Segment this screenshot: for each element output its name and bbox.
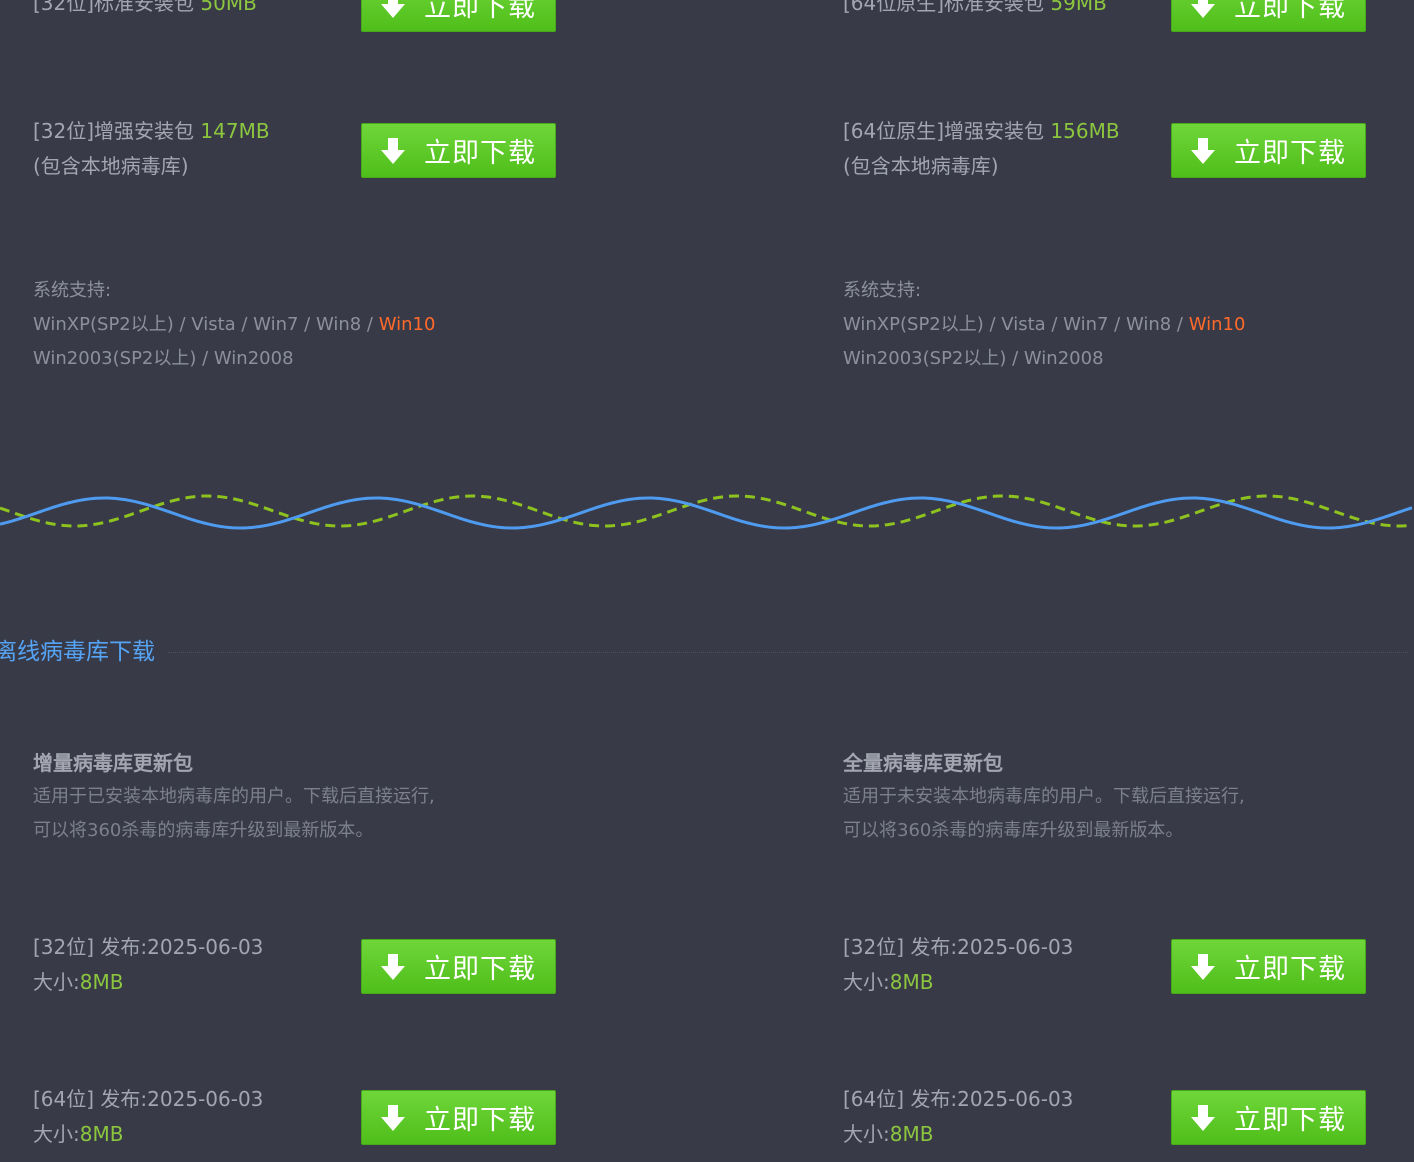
update-description: 适用于未安装本地病毒库的用户。下载后直接运行, 可以将360杀毒的病毒库升级到最… <box>843 780 1245 848</box>
update-description-line2: 可以将360杀毒的病毒库升级到最新版本。 <box>843 820 1184 841</box>
download-button[interactable]: 立即下载 <box>361 1090 556 1145</box>
release-info: [64位] 发布:2025-06-03 大小:8MB <box>33 1082 263 1152</box>
download-button[interactable]: 立即下载 <box>1171 0 1366 32</box>
system-support-line2: Win2003(SP2以上) / Win2008 <box>843 348 1104 369</box>
release-date: 2025-06-03 <box>147 935 264 959</box>
package-name: [64位原生]标准安装包 <box>843 0 1045 15</box>
download-button[interactable]: 立即下载 <box>1171 123 1366 178</box>
release-size: 8MB <box>79 970 124 994</box>
package-size: 50MB <box>200 0 257 15</box>
enhanced-package-64: [64位原生]增强安装包 156MB (包含本地病毒库) 立即下载 <box>843 114 1403 178</box>
standard-package-64: [64位原生]标准安装包 59MB 立即下载 <box>843 0 1403 40</box>
release-size: 8MB <box>889 1122 934 1146</box>
download-button-label: 立即下载 <box>424 138 536 169</box>
download-arrow-icon <box>1191 0 1215 18</box>
download-arrow-icon <box>381 0 405 18</box>
update-title: 全量病毒库更新包 <box>843 751 1003 775</box>
update-description-line1: 适用于已安装本地病毒库的用户。下载后直接运行, <box>33 786 435 807</box>
package-size: 156MB <box>1050 119 1120 143</box>
release-32: [32位] 发布:2025-06-03 大小:8MB 立即下载 <box>33 930 593 994</box>
system-support-line1: WinXP(SP2以上) / Vista / Win7 / Win8 / <box>843 314 1189 335</box>
release-info: [32位] 发布:2025-06-03 大小:8MB <box>843 930 1073 1000</box>
package-info: [32位]增强安装包 147MB (包含本地病毒库) <box>33 114 270 184</box>
system-support: 系统支持: WinXP(SP2以上) / Vista / Win7 / Win8… <box>33 274 435 376</box>
download-arrow-icon <box>1191 1104 1215 1131</box>
update-title: 增量病毒库更新包 <box>33 751 193 775</box>
download-button[interactable]: 立即下载 <box>361 939 556 994</box>
section-divider <box>168 652 1408 653</box>
update-description-line1: 适用于未安装本地病毒库的用户。下载后直接运行, <box>843 786 1245 807</box>
download-button[interactable]: 立即下载 <box>361 0 556 32</box>
release-date: 2025-06-03 <box>957 1087 1074 1111</box>
download-button-label: 立即下载 <box>1234 1105 1346 1136</box>
download-page: [32位]标准安装包 50MB 立即下载 [32位]增强安装包 147MB (包… <box>0 0 1414 1162</box>
release-date: 2025-06-03 <box>957 935 1074 959</box>
download-button-label: 立即下载 <box>424 1105 536 1136</box>
download-button[interactable]: 立即下载 <box>1171 1090 1366 1145</box>
size-label: 大小: <box>843 1122 890 1146</box>
size-label: 大小: <box>843 970 890 994</box>
size-label: 大小: <box>33 970 80 994</box>
release-label: 发布: <box>910 1087 958 1111</box>
system-support-label: 系统支持: <box>843 280 922 301</box>
standard-package-32: [32位]标准安装包 50MB 立即下载 <box>33 0 593 40</box>
download-arrow-icon <box>381 1104 405 1131</box>
release-label: 发布: <box>100 1087 148 1111</box>
system-support-highlight: Win10 <box>378 314 436 335</box>
package-info: [32位]标准安装包 50MB <box>33 0 257 21</box>
wave-divider <box>0 494 1413 530</box>
download-button[interactable]: 立即下载 <box>1171 939 1366 994</box>
release-arch: [64位] <box>33 1087 95 1111</box>
download-arrow-icon <box>1191 137 1215 164</box>
package-name: [64位原生]增强安装包 <box>843 119 1045 143</box>
package-info: [64位原生]标准安装包 59MB <box>843 0 1107 21</box>
release-date: 2025-06-03 <box>147 1087 264 1111</box>
download-arrow-icon <box>1191 953 1215 980</box>
package-size: 147MB <box>200 119 270 143</box>
update-description: 适用于已安装本地病毒库的用户。下载后直接运行, 可以将360杀毒的病毒库升级到最… <box>33 780 435 848</box>
package-note: (包含本地病毒库) <box>33 154 189 178</box>
release-64: [64位] 发布:2025-06-03 大小:8MB 立即下载 <box>33 1082 593 1146</box>
size-label: 大小: <box>33 1122 80 1146</box>
system-support-highlight: Win10 <box>1188 314 1246 335</box>
enhanced-package-32: [32位]增强安装包 147MB (包含本地病毒库) 立即下载 <box>33 114 593 178</box>
package-size: 59MB <box>1050 0 1107 15</box>
package-info: [64位原生]增强安装包 156MB (包含本地病毒库) <box>843 114 1120 184</box>
download-button-label: 立即下载 <box>424 954 536 985</box>
package-note: (包含本地病毒库) <box>843 154 999 178</box>
system-support-line2: Win2003(SP2以上) / Win2008 <box>33 348 294 369</box>
release-size: 8MB <box>79 1122 124 1146</box>
update-description-line2: 可以将360杀毒的病毒库升级到最新版本。 <box>33 820 374 841</box>
release-label: 发布: <box>910 935 958 959</box>
release-arch: [32位] <box>33 935 95 959</box>
release-label: 发布: <box>100 935 148 959</box>
release-size: 8MB <box>889 970 934 994</box>
download-arrow-icon <box>381 137 405 164</box>
download-button-label: 立即下载 <box>424 0 536 23</box>
download-button[interactable]: 立即下载 <box>361 123 556 178</box>
download-button-label: 立即下载 <box>1234 0 1346 23</box>
release-info: [32位] 发布:2025-06-03 大小:8MB <box>33 930 263 1000</box>
blue-wave <box>0 496 1413 530</box>
package-name: [32位]标准安装包 <box>33 0 195 15</box>
system-support-line1: WinXP(SP2以上) / Vista / Win7 / Win8 / <box>33 314 379 335</box>
section-title: 离线病毒库下载 <box>0 639 155 665</box>
download-button-label: 立即下载 <box>1234 138 1346 169</box>
package-name: [32位]增强安装包 <box>33 119 195 143</box>
system-support-label: 系统支持: <box>33 280 112 301</box>
download-arrow-icon <box>381 953 405 980</box>
release-32: [32位] 发布:2025-06-03 大小:8MB 立即下载 <box>843 930 1403 994</box>
download-button-label: 立即下载 <box>1234 954 1346 985</box>
system-support: 系统支持: WinXP(SP2以上) / Vista / Win7 / Win8… <box>843 274 1245 376</box>
release-info: [64位] 发布:2025-06-03 大小:8MB <box>843 1082 1073 1152</box>
release-arch: [32位] <box>843 935 905 959</box>
release-64: [64位] 发布:2025-06-03 大小:8MB 立即下载 <box>843 1082 1403 1146</box>
release-arch: [64位] <box>843 1087 905 1111</box>
